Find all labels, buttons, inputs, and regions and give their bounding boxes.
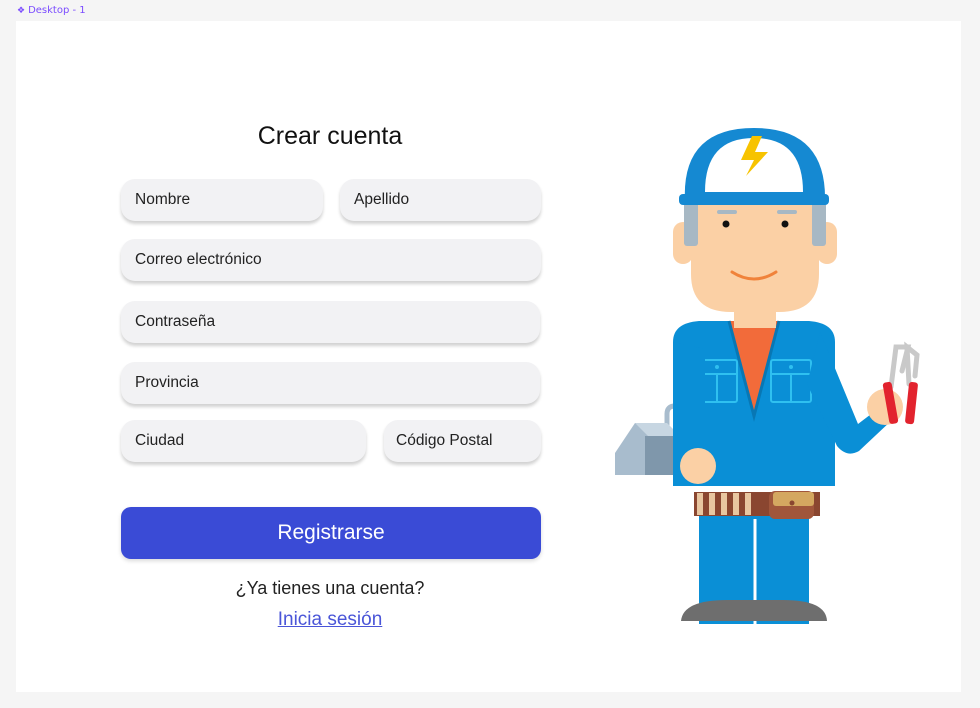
desktop-frame: Crear cuenta Nombre Apellido Correo elec… — [16, 21, 961, 692]
city-field[interactable]: Ciudad — [121, 420, 366, 462]
frame-label-text: Desktop - 1 — [28, 5, 86, 16]
login-link[interactable]: Inicia sesión — [121, 609, 539, 631]
email-field[interactable]: Correo electrónico — [121, 239, 541, 281]
last-name-field[interactable]: Apellido — [340, 179, 541, 221]
province-field[interactable]: Provincia — [121, 362, 540, 404]
component-diamond-icon: ❖ — [17, 5, 26, 16]
postal-code-field[interactable]: Código Postal — [384, 420, 541, 462]
first-name-field[interactable]: Nombre — [121, 179, 323, 221]
register-button[interactable]: Registrarse — [121, 507, 541, 559]
electrician-illustration — [615, 128, 920, 624]
have-account-text: ¿Ya tienes una cuenta? — [235, 578, 425, 598]
page-title: Crear cuenta — [257, 122, 403, 150]
password-field[interactable]: Contraseña — [121, 301, 540, 343]
frame-label: ❖ Desktop - 1 — [17, 5, 86, 16]
